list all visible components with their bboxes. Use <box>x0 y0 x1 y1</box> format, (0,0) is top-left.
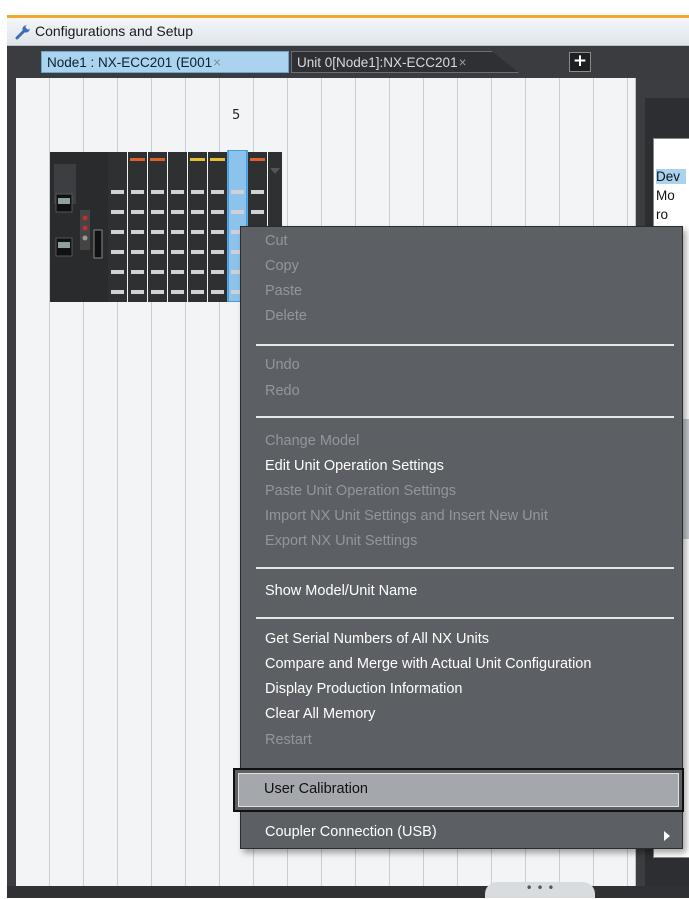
tab-label: Unit 0[Node1]:NX-ECC201 <box>297 55 458 70</box>
menu-item-undo[interactable]: Undo <box>265 357 300 373</box>
wrench-icon <box>15 24 31 40</box>
menu-item-import-nx-unit-settings[interactable]: Import NX Unit Settings and Insert New U… <box>265 508 548 524</box>
tab-bar: Node1 : NX-ECC201 (E001× Unit 0[Node1]:N… <box>7 46 689 78</box>
menu-item-show-model-unit-name[interactable]: Show Model/Unit Name <box>265 583 417 599</box>
close-icon[interactable]: × <box>459 55 467 70</box>
menu-separator <box>256 617 674 619</box>
menu-item-edit-unit-operation-settings[interactable]: Edit Unit Operation Settings <box>265 458 444 474</box>
menu-separator <box>256 567 674 569</box>
window-title: Configurations and Setup <box>35 23 193 39</box>
property-text: Mo <box>656 188 675 203</box>
menu-item-compare-and-merge[interactable]: Compare and Merge with Actual Unit Confi… <box>265 656 591 672</box>
menu-item-export-nx-unit-settings[interactable]: Export NX Unit Settings <box>265 533 417 549</box>
menu-item-coupler-connection-usb[interactable]: Coupler Connection (USB) <box>265 824 437 840</box>
menu-item-delete[interactable]: Delete <box>265 308 307 324</box>
panel-resize-handle[interactable]: • • • <box>485 882 595 898</box>
tab-label: Node1 : NX-ECC201 (E001 <box>47 55 213 70</box>
menu-item-get-serial-numbers[interactable]: Get Serial Numbers of All NX Units <box>265 631 489 647</box>
menu-item-paste-unit-operation-settings[interactable]: Paste Unit Operation Settings <box>265 483 456 499</box>
context-menu: Cut Copy Paste Delete Undo Redo Change M… <box>233 226 684 849</box>
property-text: Dev <box>656 169 687 184</box>
submenu-arrow-icon <box>664 831 670 841</box>
property-text: ro <box>656 207 669 222</box>
add-tab-button[interactable]: + <box>569 52 591 72</box>
menu-separator <box>256 344 674 346</box>
menu-item-clear-all-memory[interactable]: Clear All Memory <box>265 706 375 722</box>
menu-item-restart[interactable]: Restart <box>265 732 312 748</box>
menu-item-cut[interactable]: Cut <box>265 233 288 249</box>
menu-item-redo[interactable]: Redo <box>265 383 300 399</box>
configurations-window: Configurations and Setup Node1 : NX-ECC2… <box>7 15 689 898</box>
menu-item-copy[interactable]: Copy <box>265 258 299 274</box>
slot-number-label: 5 <box>232 108 241 123</box>
tab-unit0[interactable]: Unit 0[Node1]:NX-ECC201× <box>291 51 519 73</box>
tab-node1[interactable]: Node1 : NX-ECC201 (E001× <box>41 51 289 73</box>
menu-item-label: User Calibration <box>264 781 368 797</box>
close-icon[interactable]: × <box>213 55 221 70</box>
menu-item-user-calibration[interactable]: User Calibration <box>233 768 684 812</box>
menu-separator <box>256 416 674 418</box>
title-bar: Configurations and Setup <box>7 18 689 46</box>
menu-item-display-production-information[interactable]: Display Production Information <box>265 681 462 697</box>
menu-item-change-model[interactable]: Change Model <box>265 433 359 449</box>
menu-item-paste[interactable]: Paste <box>265 283 302 299</box>
